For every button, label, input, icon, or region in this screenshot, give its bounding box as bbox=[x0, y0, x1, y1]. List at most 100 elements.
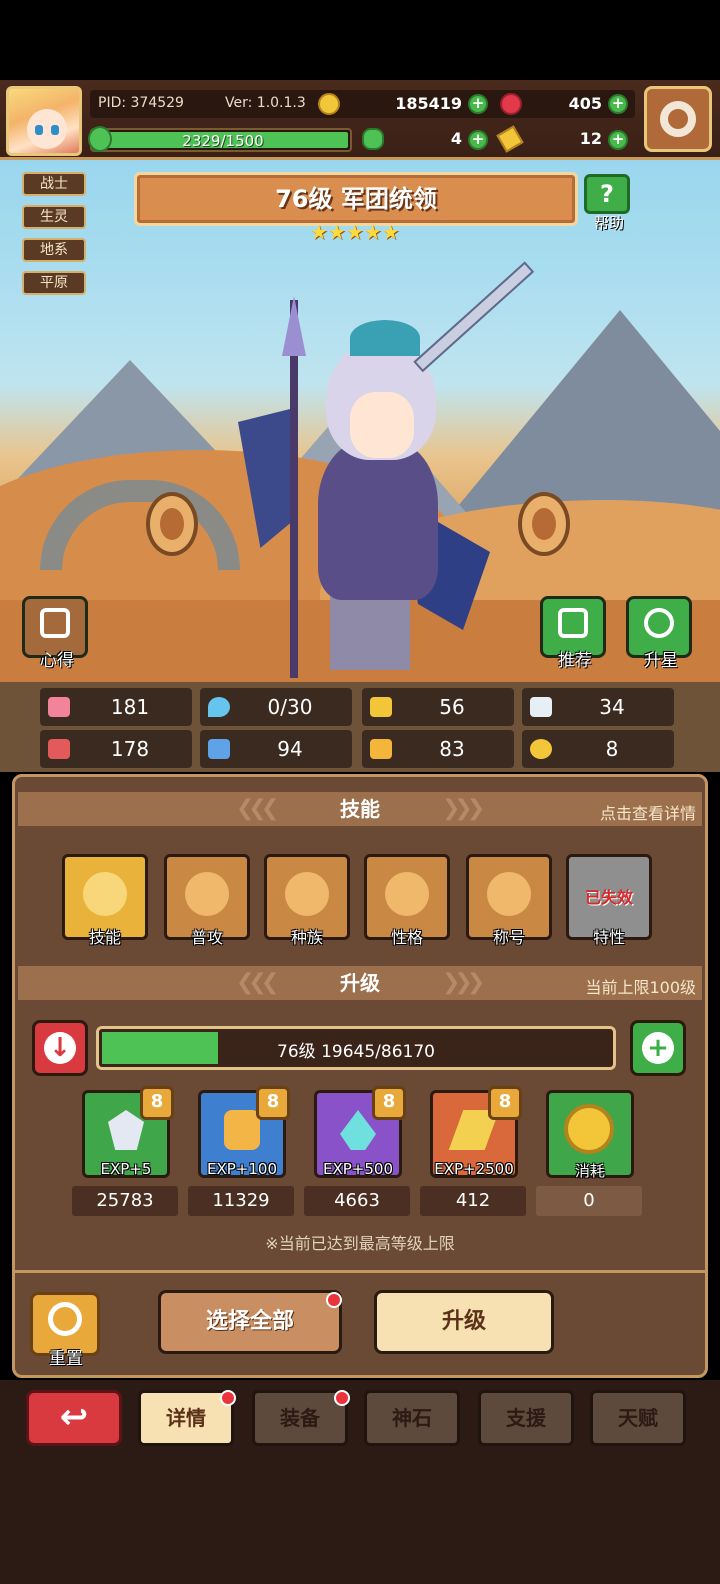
add-gold-button[interactable]: + bbox=[468, 94, 488, 114]
type-tag: 生灵 bbox=[22, 205, 86, 229]
game-version: Ver: 1.0.1.3 bbox=[225, 95, 306, 111]
spear bbox=[290, 300, 298, 678]
gold-coin-icon bbox=[564, 1104, 614, 1154]
recommend-button[interactable]: 推荐 bbox=[540, 596, 610, 671]
skills-section-header: ❮❮❮ 技能 ❯❯❯ 点击查看详情 bbox=[18, 792, 702, 826]
rune-stone-left-icon[interactable] bbox=[146, 492, 198, 556]
level-down-button[interactable]: ↓ bbox=[32, 1020, 88, 1076]
reset-button[interactable]: 重置 bbox=[30, 1292, 102, 1369]
scroll-icon bbox=[40, 608, 70, 638]
gold-coin-icon bbox=[318, 93, 340, 115]
exp-item-5[interactable]: 8 EXP+5 bbox=[82, 1086, 174, 1178]
player-exp-bar: 2329/1500 bbox=[90, 128, 352, 152]
skill-slot-race[interactable]: 种族 bbox=[264, 854, 350, 947]
terrain-tag: 平原 bbox=[22, 271, 86, 295]
panel-divider bbox=[12, 1270, 708, 1273]
notification-dot bbox=[326, 1292, 342, 1308]
level-cap-hint: 当前上限100级 bbox=[585, 978, 696, 997]
player-avatar[interactable] bbox=[6, 86, 82, 156]
upgrade-section-header: ❮❮❮ 升级 ❯❯❯ 当前上限100级 bbox=[18, 966, 702, 1000]
settings-button[interactable] bbox=[644, 86, 712, 152]
star-icon: ★ bbox=[363, 220, 382, 244]
stat-attack: 178 bbox=[40, 730, 192, 768]
add-clover-button[interactable]: + bbox=[468, 130, 488, 150]
spear-tip bbox=[282, 296, 306, 356]
rune-stone-right-icon[interactable] bbox=[518, 492, 570, 556]
thumbs-up-icon bbox=[558, 608, 588, 638]
potion-icon bbox=[224, 1110, 260, 1150]
skill-slot-trait[interactable]: 已失效 特性 bbox=[566, 854, 652, 947]
hud-row-resources: 2329/1500 4 + 12 + bbox=[88, 125, 635, 154]
player-exp-text: 2329/1500 bbox=[182, 132, 264, 150]
star-icon: ★ bbox=[327, 220, 346, 244]
tab-godstone[interactable]: 神石 bbox=[364, 1390, 460, 1446]
person-silhouette-icon bbox=[385, 872, 429, 916]
star-up-button[interactable]: 升星 bbox=[626, 596, 696, 671]
boot-icon bbox=[370, 739, 392, 759]
stat-defense: 56 bbox=[362, 688, 514, 726]
stat-8: 8 bbox=[522, 730, 674, 768]
select-all-button[interactable]: 选择全部 bbox=[158, 1290, 342, 1354]
horseshoe-icon bbox=[285, 872, 329, 916]
consume-coin-slot: 消耗 bbox=[546, 1090, 634, 1180]
plus-icon: + bbox=[642, 1032, 674, 1064]
fist-icon bbox=[48, 739, 70, 759]
skill-slot-personality[interactable]: 性格 bbox=[364, 854, 450, 947]
notification-dot bbox=[220, 1390, 236, 1406]
sword-icon bbox=[185, 872, 229, 916]
stats-panel: 181 0/30 56 34 178 94 83 8 bbox=[0, 682, 720, 772]
insight-button[interactable]: 心得 bbox=[22, 596, 92, 671]
stat-mana: 0/30 bbox=[200, 688, 352, 726]
gear-icon bbox=[660, 101, 696, 137]
level-up-plus-button[interactable]: + bbox=[630, 1020, 686, 1076]
stat-speed: 34 bbox=[522, 688, 674, 726]
hud-row-currency: PID: 374529 Ver: 1.0.1.3 185419 + 405 + bbox=[90, 90, 635, 118]
tab-support[interactable]: 支援 bbox=[478, 1390, 574, 1446]
exp-item-2500[interactable]: 8 EXP+2500 bbox=[430, 1086, 522, 1178]
hero-title-banner: 76级 军团统领 bbox=[134, 172, 578, 226]
help-button[interactable]: ? 帮助 bbox=[584, 174, 634, 232]
exp-item-count: 4663 bbox=[304, 1186, 410, 1216]
upgrade-button[interactable]: 升级 bbox=[374, 1290, 554, 1354]
insight-label: 心得 bbox=[40, 651, 74, 671]
skill-slot-title[interactable]: 称号 bbox=[466, 854, 552, 947]
ticket-icon bbox=[496, 125, 524, 153]
class-tag: 战士 bbox=[22, 172, 86, 196]
element-tag: 地系 bbox=[22, 238, 86, 262]
max-level-note: ※当前已达到最高等级上限 bbox=[265, 1234, 455, 1253]
add-ticket-button[interactable]: + bbox=[608, 130, 628, 150]
add-ruby-button[interactable]: + bbox=[608, 94, 628, 114]
skill-slot-normal-attack[interactable]: 普攻 bbox=[164, 854, 250, 947]
exp-item-count: 25783 bbox=[72, 1186, 178, 1216]
clover-icon bbox=[362, 128, 384, 150]
water-drop-icon bbox=[208, 697, 230, 717]
crown-icon bbox=[530, 739, 552, 759]
skill-slot-skill[interactable]: 技能 bbox=[62, 854, 148, 947]
person-silhouette-icon bbox=[487, 872, 531, 916]
exp-item-500[interactable]: 8 EXP+500 bbox=[314, 1086, 406, 1178]
right-arrows-icon: ❯❯❯ bbox=[442, 970, 485, 995]
exp-item-100[interactable]: 8 EXP+100 bbox=[198, 1086, 290, 1178]
ticket-amount: 12 bbox=[579, 129, 602, 148]
heart-icon bbox=[48, 697, 70, 717]
clover-amount: 4 bbox=[450, 129, 462, 148]
star-icon: ★ bbox=[310, 220, 328, 244]
gold-amount: 185419 bbox=[395, 94, 462, 113]
star-up-label: 升星 bbox=[644, 651, 678, 671]
shield-icon bbox=[370, 697, 392, 717]
stat-hp: 181 bbox=[40, 688, 192, 726]
recommend-label: 推荐 bbox=[558, 651, 592, 671]
refresh-icon bbox=[48, 1302, 82, 1336]
heart-emblem-icon bbox=[83, 872, 127, 916]
level-progress-text: 76级 19645/86170 bbox=[277, 1042, 435, 1062]
hero-face bbox=[350, 392, 414, 458]
tab-talent[interactable]: 天赋 bbox=[590, 1390, 686, 1446]
notification-dot bbox=[334, 1390, 350, 1406]
back-button[interactable]: ↩ bbox=[26, 1390, 122, 1446]
help-label: 帮助 bbox=[593, 214, 624, 232]
ruby-amount: 405 bbox=[568, 94, 602, 113]
right-arrows-icon: ❯❯❯ bbox=[442, 796, 485, 821]
star-icon: ★ bbox=[345, 220, 364, 244]
wing-icon bbox=[530, 697, 552, 717]
ruby-icon bbox=[500, 93, 522, 115]
